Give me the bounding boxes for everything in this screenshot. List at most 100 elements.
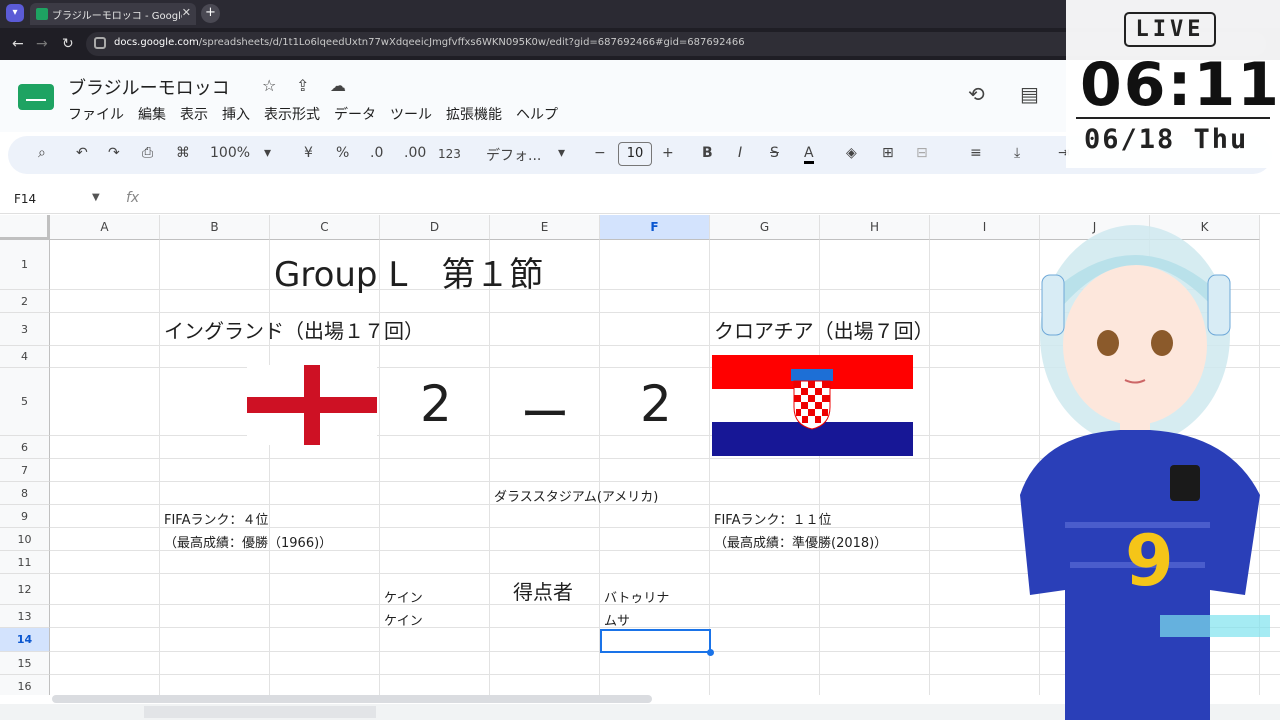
tab-list-button[interactable]: ▾ [6,4,24,22]
team-left-name[interactable]: イングランド（出場１７回） [164,315,424,344]
scorer-left-2[interactable]: ケイン [384,610,423,629]
forward-arrow-icon[interactable]: → [36,36,48,52]
scorer-right-2[interactable]: ムサ [604,610,630,629]
scorer-right-1[interactable]: バトゥリナ [604,587,669,606]
font-select[interactable]: デフォ... [486,145,541,165]
fill-color-icon[interactable]: ◈ [846,145,857,161]
menu-view[interactable]: 表示 [180,104,208,124]
version-history-icon[interactable]: ⟲ [968,82,985,106]
row-header-11[interactable]: 11 [0,551,50,574]
croatia-flag[interactable] [712,355,913,456]
font-size-decrease-button[interactable]: − [594,145,606,161]
align-left-icon[interactable]: ≡ [970,145,982,161]
menu-tools[interactable]: ツール [390,104,432,124]
sheet-tabs-scroll-thumb[interactable] [144,706,376,718]
row-header-15[interactable]: 15 [0,652,50,675]
rank-right-cell[interactable]: FIFAランク：１１位 [714,509,832,528]
column-header-g[interactable]: G [710,215,820,240]
redo-icon[interactable]: ↷ [108,145,120,161]
row-header-13[interactable]: 13 [0,605,50,628]
borders-icon[interactable]: ⊞ [882,145,894,161]
percent-format-button[interactable]: % [336,145,349,161]
font-size-input[interactable]: 10 [618,142,652,166]
bold-button[interactable]: B [702,145,713,161]
browser-tab-active[interactable]: ブラジルーモロッコ - Google スプレッ ✕ [30,3,196,25]
menu-extensions[interactable]: 拡張機能 [446,104,502,124]
column-header-b[interactable]: B [160,215,270,240]
number-format-button[interactable]: 123 [438,147,461,161]
flag-cross-horizontal [247,397,377,413]
menu-data[interactable]: データ [334,104,376,124]
column-header-e[interactable]: E [490,215,600,240]
comments-icon[interactable]: ▤ [1020,82,1039,106]
menu-help[interactable]: ヘルプ [516,104,558,124]
site-info-icon[interactable] [94,37,106,49]
star-icon[interactable]: ☆ [262,76,276,95]
score-right[interactable]: 2 [640,375,672,433]
row-header-2[interactable]: 2 [0,290,50,313]
reload-icon[interactable]: ↻ [62,36,74,52]
increase-decimal-button[interactable]: .00 [404,145,426,161]
match-title[interactable]: Group L 第１節 [274,247,543,296]
close-tab-icon[interactable]: ✕ [182,6,191,19]
url-path: /spreadsheets/d/1t1Lo6lqeedUxtn77wXdqeei… [198,37,745,48]
back-arrow-icon[interactable]: ← [12,36,24,52]
score-left[interactable]: 2 [420,375,452,433]
row-header-9[interactable]: 9 [0,505,50,528]
currency-format-button[interactable]: ¥ [304,145,313,161]
name-box-dropdown-icon[interactable]: ▼ [92,192,100,203]
row-header-14[interactable]: 14 [0,628,50,652]
search-menus-icon[interactable]: ⌕ [38,145,46,161]
column-header-h[interactable]: H [820,215,930,240]
document-title[interactable]: ブラジルーモロッコ [68,74,230,100]
font-dropdown-icon[interactable]: ▾ [558,145,565,161]
team-right-name[interactable]: クロアチア（出場７回） [714,315,934,344]
zoom-dropdown-icon[interactable]: ▾ [264,145,271,161]
row-header-10[interactable]: 10 [0,528,50,551]
row-header-16[interactable]: 16 [0,675,50,695]
scorer-left-1[interactable]: ケイン [384,587,423,606]
active-cell-selection[interactable] [600,629,714,656]
column-header-f[interactable]: F [600,215,710,240]
italic-button[interactable]: I [738,145,742,161]
text-color-button[interactable]: A [804,145,814,164]
column-header-d[interactable]: D [380,215,490,240]
column-header-c[interactable]: C [270,215,380,240]
merge-cells-icon[interactable]: ⊟ [916,145,928,161]
select-all-corner[interactable] [0,215,50,240]
england-flag[interactable] [247,365,377,445]
name-box[interactable]: F14 [14,192,36,206]
horizontal-scrollbar[interactable] [52,695,652,703]
column-header-a[interactable]: A [50,215,160,240]
decrease-decimal-button[interactable]: .0 [370,145,383,161]
new-tab-button[interactable]: + [201,4,220,23]
row-header-3[interactable]: 3 [0,313,50,346]
menu-file[interactable]: ファイル [68,104,124,124]
best-left-cell[interactable]: （最高成績：優勝（1966)） [164,532,332,551]
zoom-select[interactable]: 100% [210,145,250,161]
print-icon[interactable]: ⎙ [142,145,153,161]
paint-format-icon[interactable]: ⌘ [176,145,190,161]
row-header-8[interactable]: 8 [0,482,50,505]
font-size-increase-button[interactable]: + [662,145,674,161]
row-header-6[interactable]: 6 [0,436,50,459]
row-header-12[interactable]: 12 [0,574,50,605]
vertical-align-icon[interactable]: ⤓ [1014,145,1020,161]
row-header-7[interactable]: 7 [0,459,50,482]
sheets-logo-icon[interactable] [18,84,54,110]
menu-edit[interactable]: 編集 [138,104,166,124]
menu-insert[interactable]: 挿入 [222,104,250,124]
menu-format[interactable]: 表示形式 [264,104,320,124]
best-right-cell[interactable]: （最高成績：準優勝(2018)） [714,532,887,551]
scorers-label[interactable]: 得点者 [513,576,573,605]
move-folder-icon[interactable]: ⇪ [296,76,309,95]
row-header-5[interactable]: 5 [0,368,50,436]
strikethrough-button[interactable]: S [770,145,779,161]
undo-icon[interactable]: ↶ [76,145,88,161]
venue-cell[interactable]: ダラススタジアム(アメリカ) [494,486,658,505]
rank-left-cell[interactable]: FIFAランク：４位 [164,509,269,528]
cloud-status-icon[interactable]: ☁ [330,76,346,95]
row-header-4[interactable]: 4 [0,346,50,368]
score-dash[interactable]: ー [520,375,570,447]
row-header-1[interactable]: 1 [0,240,50,290]
